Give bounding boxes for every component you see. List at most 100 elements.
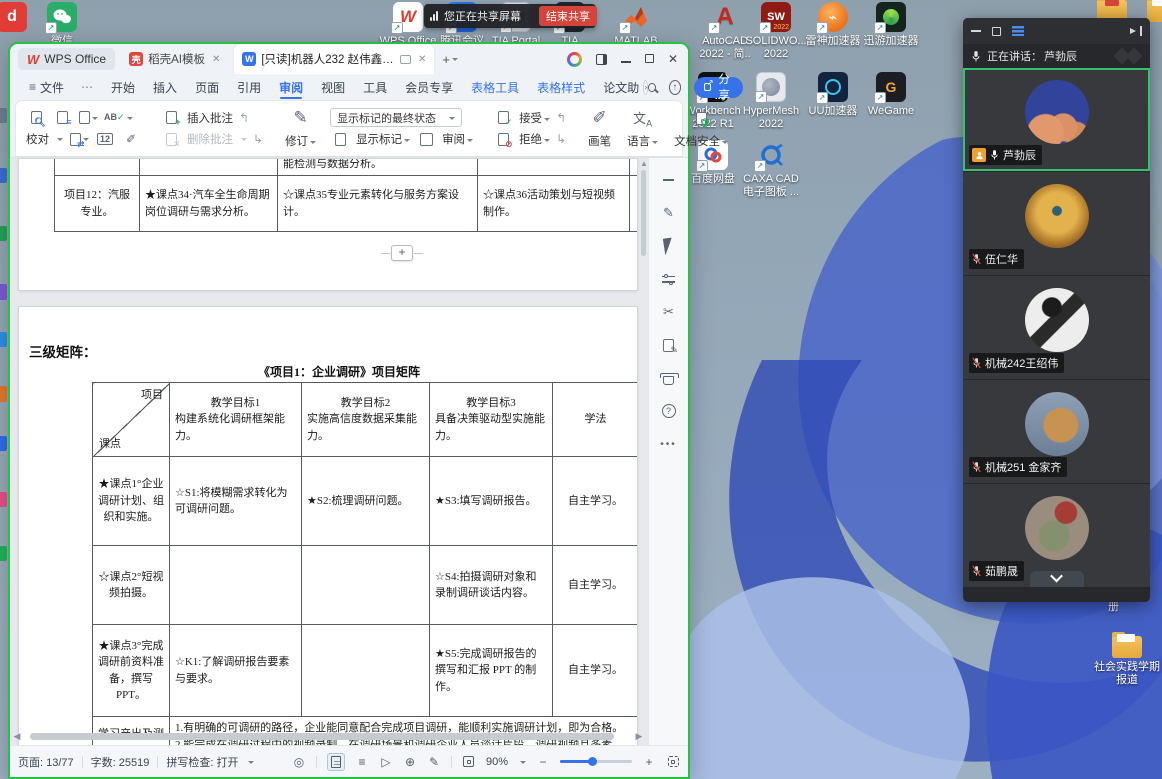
participant-tile[interactable]: 机械251 金家齐 bbox=[963, 380, 1150, 483]
table-cell[interactable] bbox=[140, 158, 278, 176]
search-icon[interactable] bbox=[648, 83, 656, 92]
table-cell[interactable]: 自主学习。 bbox=[553, 457, 639, 546]
table-cell[interactable]: 能检测与数据分析。 bbox=[278, 158, 478, 176]
menu-reference[interactable]: 引用 bbox=[228, 74, 270, 100]
table-cell[interactable] bbox=[170, 546, 302, 625]
table-cell[interactable] bbox=[302, 546, 430, 625]
accept-button[interactable]: 接受 bbox=[519, 110, 550, 126]
share-button[interactable]: 分享 bbox=[694, 77, 743, 98]
maximize-button[interactable] bbox=[645, 53, 654, 65]
horizontal-scrollbar[interactable]: ◀ ▶ bbox=[12, 731, 644, 742]
wps-home-button[interactable]: W WPS Office bbox=[18, 48, 115, 70]
zoom-slider-knob[interactable] bbox=[588, 757, 597, 766]
desktop-icon-hypermesh[interactable]: HyperMesh 2022 bbox=[737, 72, 805, 130]
scroll-left-arrow-icon[interactable]: ◀ bbox=[12, 731, 22, 742]
vertical-scroll-thumb[interactable] bbox=[641, 170, 646, 256]
desktop-icon-wegame[interactable]: G WeGame bbox=[857, 72, 925, 118]
table-cell[interactable]: ★S2:梳理调研问题。 bbox=[302, 457, 430, 546]
table-cell[interactable]: ★S5:完成调研报告的撰写和汇报 PPT 的制作。 bbox=[430, 625, 553, 717]
play-slideshow-icon[interactable]: ▷ bbox=[379, 756, 393, 768]
skin-theme-icon[interactable] bbox=[659, 368, 679, 388]
web-layout-icon[interactable]: ⊕ bbox=[403, 756, 417, 768]
table-cell[interactable]: ☆课点2°短视频拍摄。 bbox=[93, 546, 170, 625]
brush-button[interactable]: 画笔 bbox=[588, 133, 611, 149]
diagonal-header-cell[interactable]: 项目 课点 bbox=[93, 383, 170, 457]
word-count[interactable]: 字数: 25519 bbox=[91, 754, 150, 770]
fit-page-icon[interactable] bbox=[462, 756, 476, 767]
language-button[interactable]: 语言 bbox=[627, 133, 658, 149]
zoom-level[interactable]: 90% bbox=[486, 756, 508, 768]
panel-collapse-icon[interactable] bbox=[1129, 26, 1142, 36]
table-cell[interactable] bbox=[478, 158, 630, 176]
horizontal-scroll-thumb[interactable] bbox=[30, 733, 614, 740]
zoom-caret-icon[interactable] bbox=[520, 761, 526, 767]
select-cursor-icon[interactable] bbox=[659, 236, 679, 256]
participant-tile[interactable]: 机械242王绍伟 bbox=[963, 276, 1150, 379]
desktop-icon-folder-report[interactable]: 社会实践学期 报道 bbox=[1093, 636, 1161, 686]
table-cell[interactable]: ☆K1:了解调研报告要素与要求。 bbox=[170, 625, 302, 717]
table-cell[interactable]: ☆课点36活动策划与短视频制作。 bbox=[478, 176, 630, 232]
collapse-tiles-button[interactable] bbox=[1030, 571, 1084, 587]
panel-minimize-icon[interactable] bbox=[971, 30, 981, 32]
menu-table-style[interactable]: 表格样式 bbox=[528, 74, 594, 100]
table-cell[interactable]: ★课点3°完成调研前资料准备，撰写PPT。 bbox=[93, 625, 170, 717]
desktop-icon-caxa[interactable]: CAXA CAD 电子图板 ... bbox=[737, 140, 805, 198]
menu-home[interactable]: 开始 bbox=[102, 74, 144, 100]
fullscreen-icon[interactable] bbox=[666, 756, 680, 767]
table-cell[interactable]: 自主学习。 bbox=[553, 546, 639, 625]
menu-membership[interactable]: 会员专享 bbox=[396, 74, 462, 100]
matrix-title[interactable]: 《项目1：企业调研》项目矩阵 bbox=[59, 363, 619, 380]
menu-file[interactable]: ≡文件 bbox=[20, 74, 73, 100]
end-share-button[interactable]: 结束共享 bbox=[539, 6, 597, 26]
panel-maximize-icon[interactable] bbox=[992, 27, 1001, 36]
outline-view-icon[interactable]: ≡ bbox=[355, 756, 369, 768]
table-cell[interactable]: ☆课点35专业元素转化与服务方案设计。 bbox=[278, 176, 478, 232]
ink-pen-icon[interactable]: ✎ bbox=[427, 756, 441, 768]
menu-table-tools[interactable]: 表格工具 bbox=[462, 74, 528, 100]
edit-pen-icon[interactable]: ✎ bbox=[659, 203, 679, 223]
menu-more-icon[interactable]: ⋯ bbox=[73, 80, 102, 94]
tab-document-active[interactable]: W [只读]机器人232 赵伟鑫 实践 ✕ bbox=[234, 44, 434, 74]
eye-protect-icon[interactable]: ◎ bbox=[292, 756, 306, 768]
proofread-doc-icon[interactable]: 🔍︎ bbox=[26, 108, 46, 128]
table-cell[interactable] bbox=[55, 158, 140, 176]
reject-button[interactable]: 拒绝 bbox=[519, 131, 550, 147]
table-cell[interactable]: ☆S4:拍摄调研对象和录制调研谈话内容。 bbox=[430, 546, 553, 625]
table-cell[interactable]: ★S3:填写调研报告。 bbox=[430, 457, 553, 546]
spellcheck-icon[interactable]: AB✓ bbox=[104, 108, 133, 128]
document-page-2[interactable]: 三级矩阵： 《项目1：企业调研》项目矩阵 项目 课点 教学目标1构建系统化调研框… bbox=[18, 306, 638, 745]
scroll-right-arrow-icon[interactable]: ▶ bbox=[634, 731, 644, 742]
proofread-button[interactable]: 校对 bbox=[26, 131, 49, 147]
layout-list-icon[interactable] bbox=[1012, 26, 1024, 36]
menu-page[interactable]: 页面 bbox=[186, 74, 228, 100]
horizontal-scroll-track[interactable] bbox=[22, 732, 634, 741]
new-tab-button[interactable]: + bbox=[442, 52, 450, 67]
next-change-icon[interactable]: ↳ bbox=[556, 132, 566, 146]
header-cell-method[interactable]: 学法 bbox=[553, 383, 639, 457]
page-view-icon[interactable] bbox=[327, 753, 345, 771]
zoom-out-icon[interactable]: − bbox=[536, 756, 550, 768]
doc-check-icon[interactable]: ≡ bbox=[52, 108, 72, 128]
translate-icon[interactable]: ⇄ bbox=[69, 129, 89, 149]
table-cell[interactable] bbox=[630, 176, 639, 232]
annotate-doc-icon[interactable]: ✎ bbox=[659, 335, 679, 355]
help-icon[interactable]: ? bbox=[659, 401, 679, 421]
document-page-1[interactable]: 能检测与数据分析。 项目12：汽服专业。 ★课点34·汽车全生命周期岗位调研与需… bbox=[18, 158, 638, 291]
upload-cloud-icon[interactable]: ↑ bbox=[669, 80, 681, 95]
participant-tile[interactable]: 伍仁华 bbox=[963, 172, 1150, 275]
participant-tile[interactable]: 茹鹏晟 bbox=[963, 484, 1150, 587]
prev-comment-icon[interactable]: ↰ bbox=[239, 111, 249, 125]
review-button[interactable]: 审阅 bbox=[442, 131, 473, 147]
menu-insert[interactable]: 插入 bbox=[144, 74, 186, 100]
smart-edit-icon[interactable]: ✐ bbox=[121, 129, 141, 149]
markup-state-dropdown[interactable]: 显示标记的最终状态 bbox=[330, 108, 462, 127]
table-cell[interactable]: 项目12：汽服专业。 bbox=[55, 176, 140, 232]
tab-list-caret-icon[interactable] bbox=[452, 58, 458, 64]
menu-view[interactable]: 视图 bbox=[312, 74, 354, 100]
minimize-button[interactable] bbox=[621, 53, 631, 65]
adjust-sliders-icon[interactable] bbox=[659, 269, 679, 289]
table-cell[interactable] bbox=[630, 158, 639, 176]
table-cell[interactable]: 自主学习。 bbox=[553, 625, 639, 717]
insert-comment-button[interactable]: 插入批注 bbox=[187, 110, 233, 126]
table-add-row-button[interactable]: + bbox=[391, 245, 413, 261]
